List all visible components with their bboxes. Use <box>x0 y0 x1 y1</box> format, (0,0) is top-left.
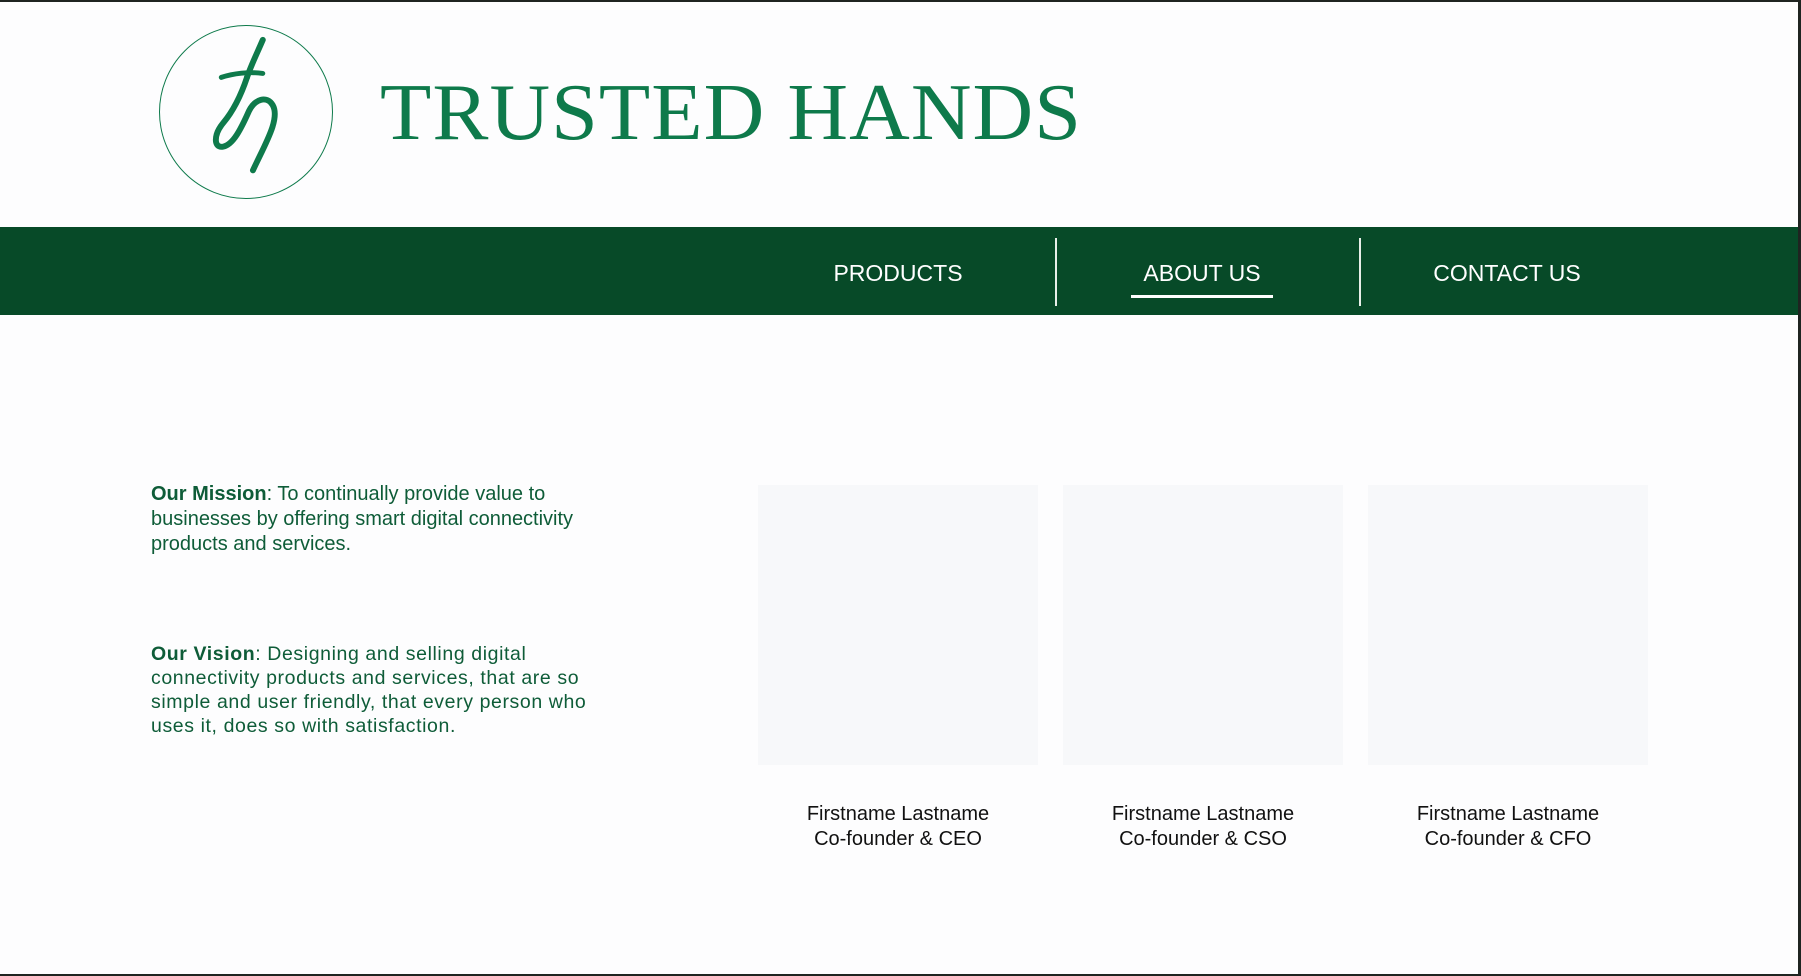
nav-contact-us-label: CONTACT US <box>1433 259 1581 286</box>
nav-contact-us[interactable]: CONTACT US <box>1362 227 1652 315</box>
th-monogram-icon <box>212 36 278 174</box>
member-caption: Firstname Lastname Co-founder & CEO <box>758 802 1038 852</box>
nav-products[interactable]: PRODUCTS <box>753 227 1043 315</box>
nav-products-label: PRODUCTS <box>833 259 963 286</box>
logo[interactable] <box>159 25 333 199</box>
about-page: TRUSTED HANDS PRODUCTS ABOUT US CONTACT … <box>0 2 1798 974</box>
nav-about-us[interactable]: ABOUT US <box>1057 227 1347 315</box>
nav-active-indicator <box>1131 295 1273 298</box>
member-role: Co-founder & CFO <box>1424 828 1592 850</box>
member-name: Firstname Lastname <box>806 803 990 825</box>
member-name: Firstname Lastname <box>1416 803 1600 825</box>
member-role: Co-founder & CEO <box>814 828 982 850</box>
team-member-card: Firstname Lastname Co-founder & CSO <box>1063 485 1343 852</box>
member-caption: Firstname Lastname Co-founder & CFO <box>1368 802 1648 852</box>
main-nav: PRODUCTS ABOUT US CONTACT US <box>0 227 1798 315</box>
mission-label: Our Mission <box>151 483 267 505</box>
team-member-card: Firstname Lastname Co-founder & CEO <box>758 485 1038 852</box>
member-role: Co-founder & CSO <box>1119 828 1287 850</box>
vision-label: Our Vision <box>151 643 256 665</box>
vision-statement: Our Vision: Designing and selling digita… <box>151 642 601 738</box>
team-member-card: Firstname Lastname Co-founder & CFO <box>1368 485 1648 852</box>
nav-about-us-label: ABOUT US <box>1143 259 1261 286</box>
brand-title: TRUSTED HANDS <box>380 69 1083 157</box>
mission-statement: Our Mission: To continually provide valu… <box>151 482 601 557</box>
member-photo-placeholder <box>1063 485 1343 765</box>
member-name: Firstname Lastname <box>1111 803 1295 825</box>
member-photo-placeholder <box>758 485 1038 765</box>
member-caption: Firstname Lastname Co-founder & CSO <box>1063 802 1343 852</box>
member-photo-placeholder <box>1368 485 1648 765</box>
nav-divider <box>1359 238 1361 306</box>
